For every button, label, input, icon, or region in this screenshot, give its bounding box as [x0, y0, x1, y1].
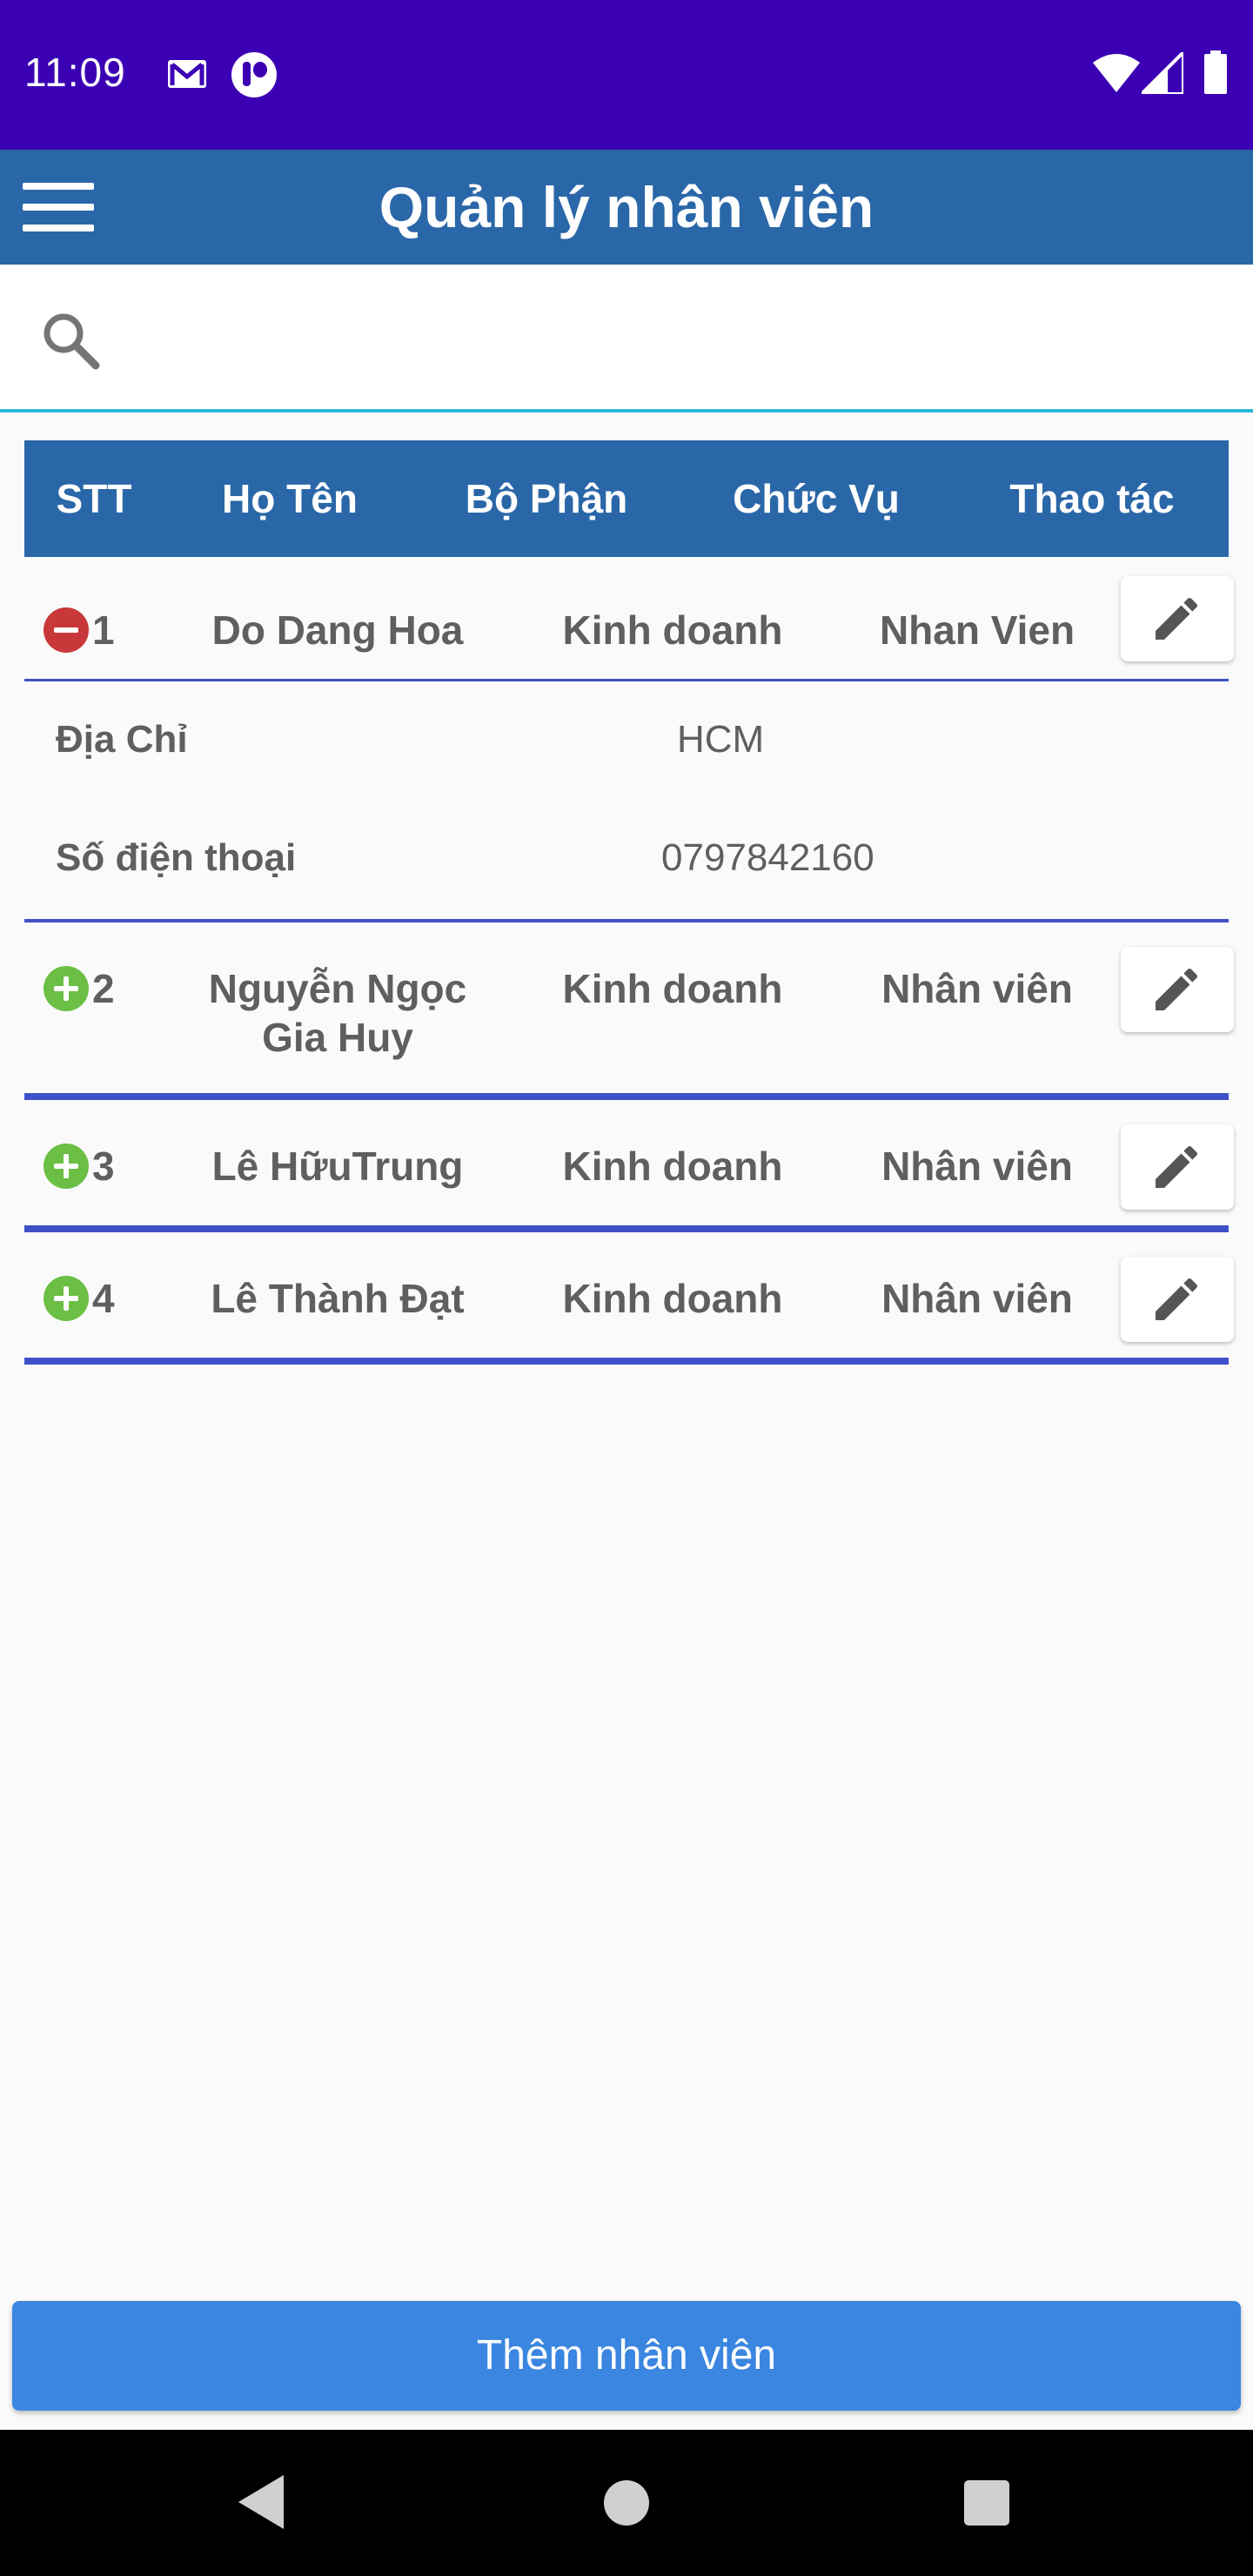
row-department: Kinh doanh: [562, 607, 783, 653]
collapse-minus-icon[interactable]: [44, 607, 89, 653]
page-title: Quản lý nhân viên: [379, 175, 874, 239]
column-header-stt: STT: [56, 476, 132, 521]
gmail-icon: [168, 60, 206, 88]
row-name: Lê HữuTrung: [211, 1144, 464, 1189]
search-bar: [0, 265, 1253, 413]
row-separator: [24, 1358, 1229, 1365]
row-stt: 3: [92, 1144, 115, 1189]
row-department: Kinh doanh: [562, 1276, 783, 1321]
table-row: 4 Lê Thành Đạt Kinh doanh Nhân viên: [24, 1232, 1234, 1358]
row-name: Do Dang Hoa: [211, 607, 464, 653]
row-position: Nhân viên: [881, 966, 1073, 1011]
table-header: STT Họ Tên Bộ Phận Chức Vụ Thao tác: [24, 440, 1229, 557]
status-bar: 11:09: [0, 0, 1253, 150]
pencil-edit-icon: [1156, 1278, 1198, 1320]
cell-signal-icon: [1142, 52, 1183, 94]
pencil-edit-icon: [1156, 597, 1198, 640]
add-employee-button[interactable]: Thêm nhân viên: [12, 2301, 1241, 2411]
status-time: 11:09: [24, 50, 126, 95]
recent-apps-icon[interactable]: [964, 2480, 1009, 2526]
edit-button[interactable]: [1121, 1257, 1234, 1342]
wifi-icon: [1093, 54, 1140, 92]
column-header-name: Họ Tên: [222, 476, 358, 521]
pencil-edit-icon: [1156, 968, 1198, 1010]
row-department: Kinh doanh: [562, 1144, 783, 1189]
expand-plus-icon[interactable]: [44, 966, 89, 1011]
address-value: HCM: [677, 718, 765, 761]
edit-button[interactable]: [1121, 576, 1234, 661]
hamburger-menu-icon[interactable]: [23, 183, 94, 231]
column-header-department: Bộ Phận: [465, 476, 628, 521]
app-notification-icon: [231, 52, 277, 97]
table-row: 1 Do Dang Hoa Kinh doanh Nhan Vien: [24, 557, 1234, 679]
row-department: Kinh doanh: [562, 966, 783, 1011]
address-label: Địa Chỉ: [56, 718, 188, 761]
row-position: Nhan Vien: [879, 607, 1075, 653]
phone-value: 0797842160: [661, 836, 874, 879]
edit-button[interactable]: [1121, 947, 1234, 1032]
edit-button[interactable]: [1121, 1124, 1234, 1210]
search-icon: [44, 313, 100, 370]
back-icon[interactable]: [235, 2472, 287, 2532]
row-name: Lê Thành Đạt: [211, 1276, 465, 1321]
home-icon[interactable]: [604, 2480, 649, 2526]
row-stt: 2: [92, 966, 115, 1011]
row-stt: 4: [92, 1276, 115, 1321]
row-position: Nhân viên: [881, 1144, 1073, 1189]
app-bar: Quản lý nhân viên: [0, 150, 1253, 265]
table-row: 2 Nguyễn Ngọc Gia Huy Kinh doanh Nhân vi…: [24, 922, 1234, 1093]
search-input[interactable]: [131, 299, 1218, 378]
row-position: Nhân viên: [881, 1276, 1073, 1321]
column-header-position: Chức Vụ: [733, 476, 900, 521]
battery-icon: [1204, 50, 1227, 94]
row-name: Nguyễn Ngọc Gia Huy: [208, 966, 467, 1060]
phone-label: Số điện thoại: [56, 836, 297, 879]
column-header-actions: Thao tác: [1009, 476, 1175, 521]
expand-plus-icon[interactable]: [44, 1276, 89, 1321]
system-nav-bar: [0, 2430, 1253, 2576]
row-stt: 1: [92, 607, 115, 653]
row-separator: [24, 1093, 1229, 1100]
row-separator: [24, 1225, 1229, 1232]
pencil-edit-icon: [1156, 1145, 1198, 1188]
expand-plus-icon[interactable]: [44, 1144, 89, 1189]
row-details: Địa Chỉ HCM Số điện thoại 0797842160: [24, 681, 1229, 921]
table-row: 3 Lê HữuTrung Kinh doanh Nhân viên: [24, 1100, 1234, 1225]
